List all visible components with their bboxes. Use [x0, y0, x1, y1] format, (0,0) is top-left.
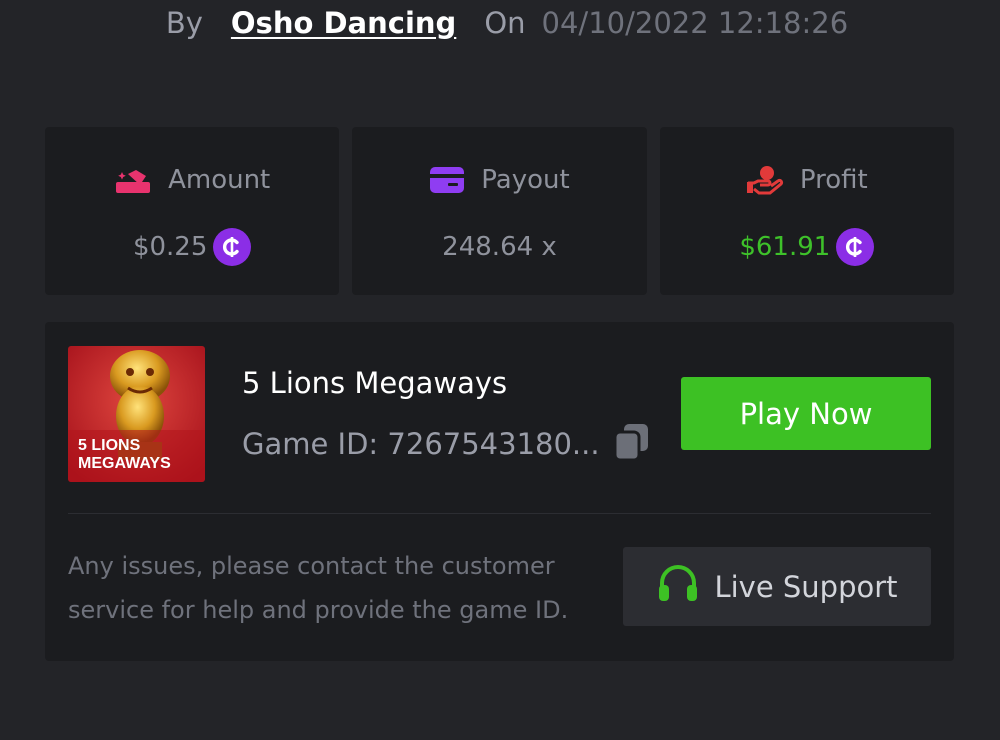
- game-id: Game ID: 7267543180...: [242, 427, 600, 461]
- amount-stat: Amount $0.25: [45, 127, 340, 295]
- divider: [68, 513, 931, 514]
- card-icon: [429, 166, 465, 194]
- profit-label: Profit: [799, 165, 868, 195]
- headset-icon: [656, 563, 700, 610]
- live-support-label: Live Support: [714, 569, 898, 604]
- bet-timestamp: 04/10/2022 12:18:26: [541, 6, 849, 40]
- payout-label: Payout: [481, 165, 570, 195]
- profit-stat: Profit $61.91: [659, 127, 954, 295]
- by-label: By: [165, 6, 203, 40]
- amount-label: Amount: [168, 165, 271, 195]
- play-now-button[interactable]: Play Now: [681, 377, 931, 450]
- thumbnail-title-line2: MEGAWAYS: [78, 455, 171, 472]
- thumbnail-title-line1: 5 LIONS: [78, 437, 141, 454]
- support-notice: Any issues, please contact the customer …: [68, 552, 569, 624]
- game-title[interactable]: 5 Lions Megaways: [242, 366, 507, 400]
- live-support-button[interactable]: Live Support: [623, 547, 931, 626]
- game-id-row: Game ID: 7267543180...: [242, 423, 650, 465]
- bet-byline: By Osho Dancing On 04/10/2022 12:18:26: [0, 0, 1000, 46]
- bet-stats: Amount $0.25 Payout 248.64 x Profit $61.…: [45, 127, 954, 295]
- game-thumbnail[interactable]: 5 LIONS MEGAWAYS: [68, 346, 205, 482]
- game-card: 5 LIONS MEGAWAYS 5 Lions Megaways Game I…: [45, 322, 954, 661]
- copy-icon[interactable]: [613, 423, 650, 465]
- profit-value: $61.91: [739, 232, 831, 262]
- coin-icon: [213, 228, 252, 266]
- on-label: On: [484, 6, 526, 40]
- username-link[interactable]: Osho Dancing: [231, 6, 456, 40]
- hand-coin-icon: [746, 165, 784, 195]
- payout-stat: Payout 248.64 x: [352, 127, 647, 295]
- payout-value: 248.64 x: [442, 232, 557, 262]
- amount-value: $0.25: [132, 232, 208, 262]
- coin-icon: [836, 228, 875, 266]
- amount-icon: [114, 165, 152, 195]
